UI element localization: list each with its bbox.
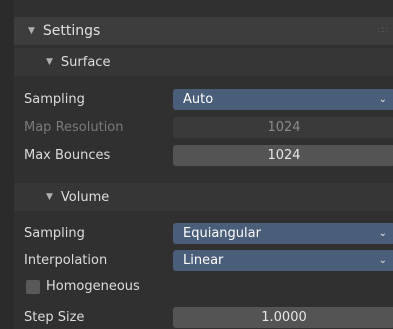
homogeneous-checkbox[interactable] <box>26 279 40 294</box>
volume-sampling-value: Equiangular <box>183 226 261 241</box>
volume-subpanel-header[interactable]: ▼ Volume <box>14 183 393 211</box>
chevron-down-icon: ⌄ <box>378 255 387 266</box>
interpolation-label: Interpolation <box>24 253 108 268</box>
settings-panel-header[interactable]: ▼ Settings ∷∷ <box>14 17 393 45</box>
max-bounces-label: Max Bounces <box>24 148 111 163</box>
interpolation-value: Linear <box>183 253 224 268</box>
surface-sampling-label: Sampling <box>24 92 85 107</box>
volume-sampling-dropdown[interactable]: Equiangular ⌄ <box>173 223 393 244</box>
grip-icon[interactable]: ∷∷ <box>378 26 389 36</box>
triangle-down-icon: ▼ <box>46 57 53 67</box>
settings-title: Settings <box>42 23 101 39</box>
max-bounces-field[interactable]: 1024 <box>173 145 393 166</box>
step-size-label: Step Size <box>24 310 85 325</box>
map-resolution-field[interactable]: 1024 <box>173 117 393 138</box>
chevron-down-icon: ⌄ <box>378 94 387 105</box>
chevron-down-icon: ⌄ <box>378 228 387 239</box>
surface-sampling-dropdown[interactable]: Auto ⌄ <box>173 89 393 110</box>
step-size-field[interactable]: 1.0000 <box>173 307 393 328</box>
surface-subpanel-header[interactable]: ▼ Surface <box>14 48 393 76</box>
volume-sampling-label: Sampling <box>24 226 85 241</box>
volume-title: Volume <box>60 189 110 205</box>
homogeneous-checkbox-row[interactable]: Homogeneous <box>26 279 140 294</box>
max-bounces-value: 1024 <box>267 148 301 163</box>
triangle-down-icon: ▼ <box>46 192 53 202</box>
interpolation-dropdown[interactable]: Linear ⌄ <box>173 250 393 271</box>
surface-title: Surface <box>60 54 111 70</box>
map-resolution-label: Map Resolution <box>24 120 124 135</box>
map-resolution-value: 1024 <box>267 120 301 135</box>
surface-sampling-value: Auto <box>183 92 214 107</box>
triangle-down-icon: ▼ <box>28 26 35 36</box>
homogeneous-label: Homogeneous <box>46 279 140 294</box>
step-size-value: 1.0000 <box>261 310 307 325</box>
